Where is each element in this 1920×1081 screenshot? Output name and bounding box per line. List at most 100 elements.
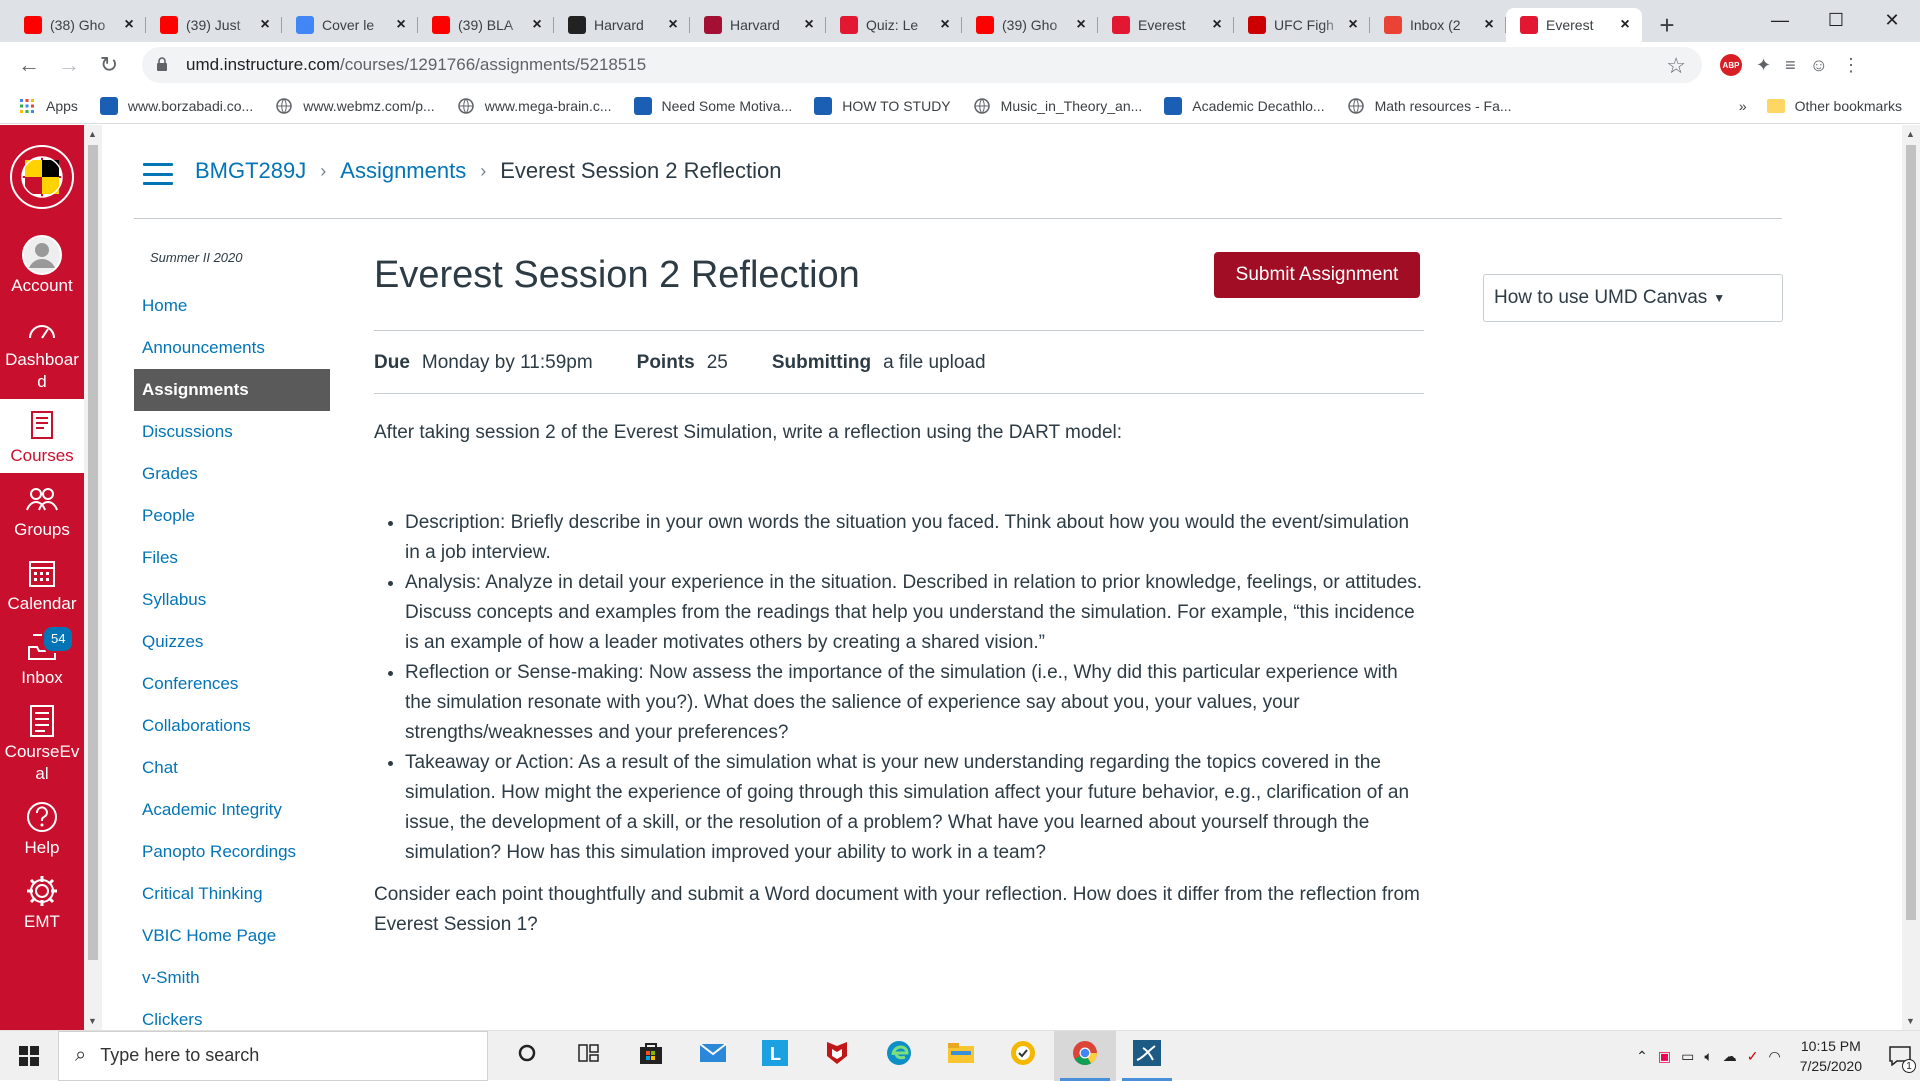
course-menu-toggle[interactable]	[143, 163, 173, 185]
onedrive-icon[interactable]: ☁︎	[1723, 1048, 1737, 1065]
bookmark-item[interactable]: Math resources - Fa...	[1347, 97, 1512, 115]
course-nav-assignments[interactable]: Assignments	[134, 369, 330, 411]
minimize-button[interactable]: —	[1752, 0, 1808, 40]
start-button[interactable]	[0, 1031, 58, 1081]
close-tab-icon[interactable]: ×	[120, 16, 138, 34]
edge-taskbar-button[interactable]	[868, 1031, 930, 1081]
mcafee-tray-icon[interactable]: ✓	[1747, 1048, 1759, 1065]
browser-tab-active[interactable]: Everest ×	[1506, 8, 1642, 42]
bookmark-item[interactable]: Need Some Motiva...	[633, 96, 792, 115]
browser-tab[interactable]: Harvard ×	[690, 8, 826, 42]
show-hidden-icons-chevron-icon[interactable]: ⌃	[1636, 1048, 1648, 1065]
global-nav-groups[interactable]: Groups	[0, 473, 84, 547]
store-taskbar-button[interactable]	[620, 1031, 682, 1081]
notification-center-button[interactable]: 1	[1880, 1031, 1920, 1081]
bookmark-star-icon[interactable]: ☆	[1666, 53, 1686, 79]
cortana-taskbar-button[interactable]	[496, 1031, 558, 1081]
other-bookmarks-button[interactable]: Other bookmarks	[1795, 98, 1902, 114]
course-nav-academic-integrity[interactable]: Academic Integrity	[134, 789, 330, 831]
wifi-icon[interactable]: ◠	[1768, 1048, 1780, 1065]
bookmark-item[interactable]: HOW TO STUDY	[814, 96, 951, 115]
browser-tab[interactable]: Harvard ×	[554, 8, 690, 42]
battery-icon[interactable]: ▭	[1681, 1048, 1694, 1065]
browser-tab[interactable]: (39) Gho ×	[962, 8, 1098, 42]
course-nav-chat[interactable]: Chat	[134, 747, 330, 789]
file-explorer-taskbar-button[interactable]	[930, 1031, 992, 1081]
close-tab-icon[interactable]: ×	[1344, 16, 1362, 34]
course-nav-collaborations[interactable]: Collaborations	[134, 705, 330, 747]
close-tab-icon[interactable]: ×	[1072, 16, 1090, 34]
close-tab-icon[interactable]: ×	[1480, 16, 1498, 34]
global-nav-emt[interactable]: EMT	[0, 865, 84, 939]
close-tab-icon[interactable]: ×	[800, 16, 818, 34]
course-nav-people[interactable]: People	[134, 495, 330, 537]
global-nav-courseeval[interactable]: CourseEval	[0, 695, 84, 791]
bookmark-item[interactable]: www.borzabadi.co...	[99, 96, 253, 115]
back-button[interactable]: ←	[12, 48, 46, 82]
scroll-up-arrow-icon[interactable]: ▲	[1906, 129, 1915, 139]
close-tab-icon[interactable]: ×	[936, 16, 954, 34]
bookmark-item[interactable]: Academic Decathlo...	[1164, 96, 1325, 115]
browser-menu-icon[interactable]: ⋮	[1842, 55, 1860, 76]
course-nav-conferences[interactable]: Conferences	[134, 663, 330, 705]
close-tab-icon[interactable]: ×	[1208, 16, 1226, 34]
page-scrollbar-thumb[interactable]	[1906, 145, 1916, 920]
browser-tab[interactable]: Quiz: Le ×	[826, 8, 962, 42]
scroll-up-arrow-icon[interactable]: ▲	[88, 129, 97, 139]
browser-tab[interactable]: (39) Just ×	[146, 8, 282, 42]
mysql-taskbar-button[interactable]	[1116, 1031, 1178, 1081]
bookmark-item[interactable]: Music_in_Theory_an...	[973, 97, 1142, 115]
course-nav-critical-thinking[interactable]: Critical Thinking	[134, 873, 330, 915]
close-tab-icon[interactable]: ×	[664, 16, 682, 34]
bookmark-item[interactable]: www.mega-brain.c...	[457, 97, 612, 115]
browser-tab[interactable]: UFC Figh ×	[1234, 8, 1370, 42]
close-tab-icon[interactable]: ×	[392, 16, 410, 34]
course-nav-v-smith[interactable]: v-Smith	[134, 957, 330, 999]
bookmarks-overflow-button[interactable]: »	[1739, 98, 1747, 114]
extensions-puzzle-icon[interactable]: ✦	[1756, 55, 1771, 76]
volume-icon[interactable]: 🔈︎	[1704, 1048, 1712, 1065]
mail-taskbar-button[interactable]	[682, 1031, 744, 1081]
forward-button[interactable]: →	[52, 48, 86, 82]
close-window-button[interactable]: ✕	[1864, 0, 1920, 40]
browser-tab[interactable]: Inbox (2 ×	[1370, 8, 1506, 42]
course-nav-vbic-home-page[interactable]: VBIC Home Page	[134, 915, 330, 957]
course-nav-syllabus[interactable]: Syllabus	[134, 579, 330, 621]
taskbar-search[interactable]: ⌕ Type here to search	[58, 1030, 488, 1081]
profile-avatar-icon[interactable]: ☺	[1810, 55, 1828, 76]
global-nav-dashboard[interactable]: Dashboard	[0, 303, 84, 399]
course-nav-announcements[interactable]: Announcements	[134, 327, 330, 369]
reading-list-icon[interactable]: ≡	[1785, 55, 1796, 76]
submit-assignment-button[interactable]: Submit Assignment	[1214, 252, 1420, 298]
course-nav-quizzes[interactable]: Quizzes	[134, 621, 330, 663]
course-nav-discussions[interactable]: Discussions	[134, 411, 330, 453]
breadcrumb-assignments[interactable]: Assignments	[340, 158, 466, 184]
address-bar[interactable]: umd.instructure.com/courses/1291766/assi…	[142, 47, 1702, 83]
clock[interactable]: 10:15 PM 7/25/2020	[1800, 1036, 1862, 1076]
global-nav-calendar[interactable]: Calendar	[0, 547, 84, 621]
global-nav-inbox[interactable]: Inbox 54	[0, 621, 84, 695]
scroll-down-arrow-icon[interactable]: ▼	[1906, 1016, 1915, 1026]
close-tab-icon[interactable]: ×	[256, 16, 274, 34]
how-to-use-canvas-dropdown[interactable]: How to use UMD Canvas ▼	[1483, 274, 1783, 322]
adblock-plus-icon[interactable]: ABP	[1720, 54, 1742, 76]
browser-tab[interactable]: Everest ×	[1098, 8, 1234, 42]
browser-tab[interactable]: (38) Gho ×	[10, 8, 146, 42]
norton-taskbar-button[interactable]	[992, 1031, 1054, 1081]
global-nav-courses[interactable]: Courses	[0, 399, 84, 473]
nav-scrollbar-thumb[interactable]	[88, 145, 98, 960]
mcafee-taskbar-button[interactable]	[806, 1031, 868, 1081]
reload-button[interactable]: ↻	[92, 48, 126, 82]
close-tab-icon[interactable]: ×	[528, 16, 546, 34]
course-nav-files[interactable]: Files	[134, 537, 330, 579]
scroll-down-arrow-icon[interactable]: ▼	[88, 1016, 97, 1026]
lexia-taskbar-button[interactable]: L	[744, 1031, 806, 1081]
app-tray-icon[interactable]: ▣	[1658, 1048, 1671, 1065]
close-tab-icon[interactable]: ×	[1616, 16, 1634, 34]
maximize-button[interactable]: ☐	[1808, 0, 1864, 40]
course-nav-home[interactable]: Home	[134, 285, 330, 327]
nav-scrollbar[interactable]: ▲ ▼	[84, 125, 102, 1030]
bookmark-item[interactable]: Apps	[18, 97, 78, 115]
umd-logo[interactable]	[6, 131, 78, 223]
task-view-taskbar-button[interactable]	[558, 1031, 620, 1081]
